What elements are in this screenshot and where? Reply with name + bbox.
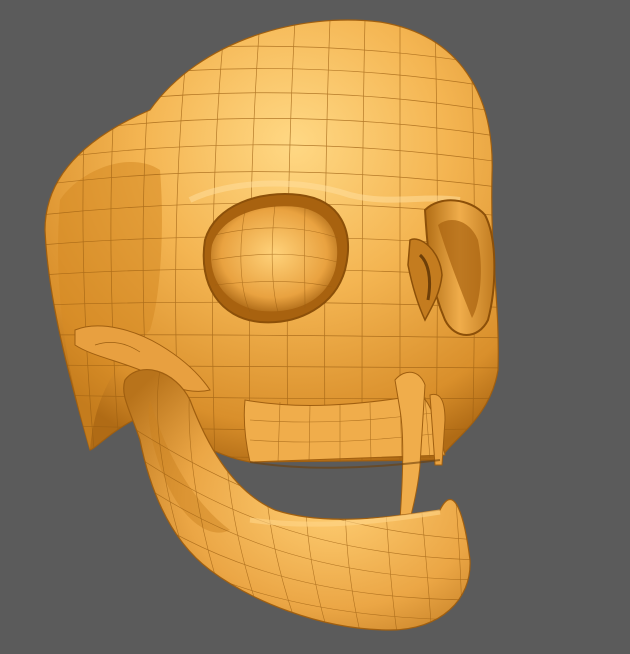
3d-viewport[interactable] (0, 0, 630, 654)
skull-model-render (44, 19, 499, 631)
